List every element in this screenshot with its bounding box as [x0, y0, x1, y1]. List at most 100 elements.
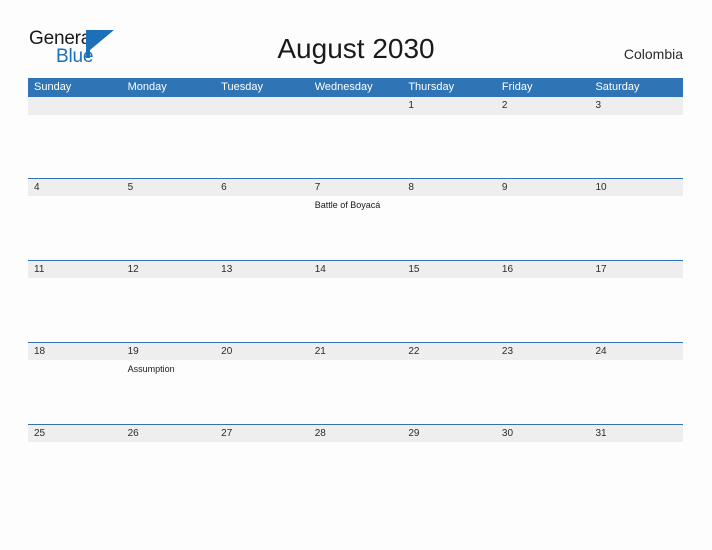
weekday-sunday: Sunday — [34, 81, 72, 93]
day-cell[interactable] — [215, 278, 309, 342]
week-date-bar: 4 5 6 7 8 9 10 — [28, 178, 683, 196]
week-date-bar: 25 26 27 28 29 30 31 — [28, 424, 683, 442]
day-cell[interactable]: Assumption — [122, 360, 216, 424]
day-cell — [309, 115, 403, 178]
day-cell[interactable] — [496, 196, 590, 260]
day-cell[interactable] — [496, 115, 590, 178]
weekday-header-row: Sunday Monday Tuesday Wednesday Thursday… — [28, 78, 683, 97]
day-number[interactable]: 27 — [215, 425, 309, 442]
day-number[interactable]: 1 — [402, 97, 496, 115]
calendar-grid: Sunday Monday Tuesday Wednesday Thursday… — [28, 78, 683, 506]
day-cell[interactable] — [215, 360, 309, 424]
day-cell — [215, 115, 309, 178]
day-number-empty — [122, 97, 216, 115]
weekday-saturday: Saturday — [595, 81, 640, 93]
day-number[interactable]: 26 — [122, 425, 216, 442]
day-number[interactable]: 22 — [402, 343, 496, 360]
week-event-bar — [28, 442, 683, 506]
day-number[interactable]: 29 — [402, 425, 496, 442]
calendar-week-row: 11 12 13 14 15 16 17 — [28, 260, 683, 342]
day-number[interactable]: 7 — [309, 179, 403, 196]
day-cell[interactable] — [309, 442, 403, 506]
day-number[interactable]: 20 — [215, 343, 309, 360]
day-cell[interactable] — [309, 360, 403, 424]
weekday-friday: Friday — [501, 81, 533, 93]
day-number-empty — [215, 97, 309, 115]
day-number[interactable]: 4 — [28, 179, 122, 196]
calendar-week-row: 25 26 27 28 29 30 31 — [28, 424, 683, 506]
day-number-empty — [309, 97, 403, 115]
day-number[interactable]: 25 — [28, 425, 122, 442]
calendar-page: General Blue August 2030 Colombia Sunday… — [0, 0, 712, 550]
day-cell[interactable] — [28, 442, 122, 506]
day-number[interactable]: 5 — [122, 179, 216, 196]
day-number[interactable]: 6 — [215, 179, 309, 196]
day-cell[interactable] — [28, 196, 122, 260]
day-cell[interactable] — [122, 442, 216, 506]
weekday-tuesday: Tuesday — [221, 81, 263, 93]
week-date-bar: 123 — [28, 97, 683, 115]
day-cell[interactable] — [496, 360, 590, 424]
day-number[interactable]: 11 — [28, 261, 122, 278]
week-event-bar: Battle of Boyacá — [28, 196, 683, 260]
day-number[interactable]: 16 — [496, 261, 590, 278]
day-cell[interactable] — [402, 278, 496, 342]
day-number[interactable]: 30 — [496, 425, 590, 442]
week-date-bar: 11 12 13 14 15 16 17 — [28, 260, 683, 278]
day-number[interactable]: 28 — [309, 425, 403, 442]
day-cell[interactable] — [402, 360, 496, 424]
day-number[interactable]: 8 — [402, 179, 496, 196]
page-header: General Blue August 2030 Colombia — [0, 0, 712, 76]
day-number[interactable]: 18 — [28, 343, 122, 360]
weekday-wednesday: Wednesday — [314, 81, 373, 93]
day-cell[interactable] — [589, 360, 683, 424]
day-number[interactable]: 2 — [496, 97, 590, 115]
day-cell[interactable] — [589, 115, 683, 178]
country-label: Colombia — [623, 46, 683, 62]
day-cell[interactable] — [402, 115, 496, 178]
week-event-bar — [28, 278, 683, 342]
day-number[interactable]: 12 — [122, 261, 216, 278]
day-cell[interactable] — [309, 278, 403, 342]
day-cell — [122, 115, 216, 178]
calendar-week-row: 18 19 20 21 22 23 24 Assumption — [28, 342, 683, 424]
day-cell[interactable] — [28, 360, 122, 424]
day-cell[interactable] — [496, 278, 590, 342]
day-number[interactable]: 10 — [589, 179, 683, 196]
weekday-monday: Monday — [127, 81, 167, 93]
day-number[interactable]: 19 — [122, 343, 216, 360]
day-cell[interactable] — [28, 278, 122, 342]
day-cell[interactable] — [215, 196, 309, 260]
day-cell[interactable] — [122, 278, 216, 342]
day-number[interactable]: 14 — [309, 261, 403, 278]
day-cell[interactable] — [122, 196, 216, 260]
day-cell[interactable] — [589, 278, 683, 342]
day-number[interactable]: 9 — [496, 179, 590, 196]
week-event-bar: Assumption — [28, 360, 683, 424]
day-number[interactable]: 17 — [589, 261, 683, 278]
day-number[interactable]: 15 — [402, 261, 496, 278]
day-cell[interactable]: Battle of Boyacá — [309, 196, 403, 260]
day-cell[interactable] — [215, 442, 309, 506]
day-number[interactable]: 31 — [589, 425, 683, 442]
day-cell — [28, 115, 122, 178]
day-cell[interactable] — [589, 442, 683, 506]
weekday-thursday: Thursday — [408, 81, 455, 93]
day-number[interactable]: 23 — [496, 343, 590, 360]
day-cell[interactable] — [496, 442, 590, 506]
page-title: August 2030 — [277, 33, 435, 64]
day-cell[interactable] — [402, 442, 496, 506]
day-number[interactable]: 3 — [589, 97, 683, 115]
calendar-week-row: 4 5 6 7 8 9 10 Battle of Boyacá — [28, 178, 683, 260]
day-number[interactable]: 21 — [309, 343, 403, 360]
day-number-empty — [28, 97, 122, 115]
day-cell[interactable] — [402, 196, 496, 260]
day-number[interactable]: 13 — [215, 261, 309, 278]
calendar-week-row: 123 — [28, 97, 683, 178]
holiday-event-label: Assumption — [127, 364, 175, 374]
calendar-weeks: 1 2 3 4 5 6 7 8 9 10 Battle of Boyacá 11 12 13 14 15 16 1… — [28, 97, 683, 506]
day-cell[interactable] — [589, 196, 683, 260]
week-date-bar: 18 19 20 21 22 23 24 — [28, 342, 683, 360]
day-number[interactable]: 24 — [589, 343, 683, 360]
week-event-bar — [28, 115, 683, 178]
